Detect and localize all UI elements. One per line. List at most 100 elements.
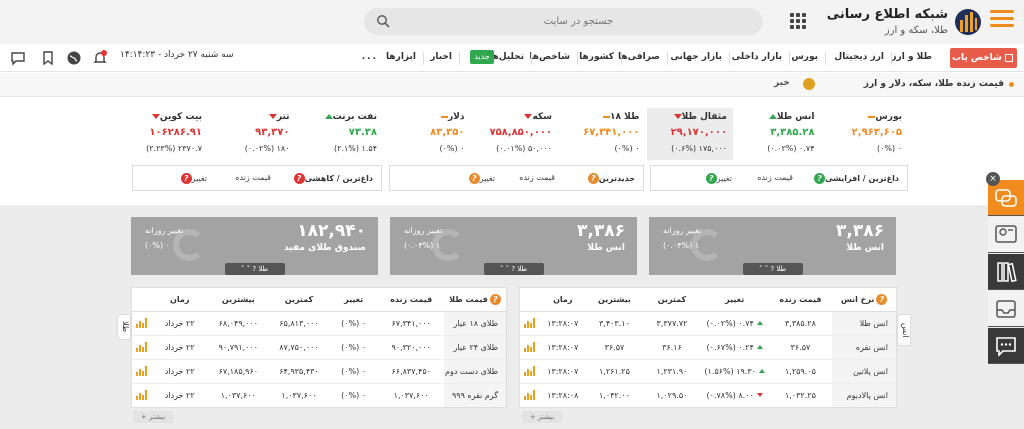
row-name[interactable]: گرم نقره ۹۹۹: [444, 383, 506, 407]
chart-icon[interactable]: [523, 318, 536, 328]
bell-icon[interactable]: [92, 50, 108, 66]
big-card-ons-gold[interactable]: ۳,۳۸۶ انس طلا تغییر روزانه (۰.۰۴%) ۱ ˄ ˅…: [649, 217, 896, 275]
row-chart[interactable]: [520, 359, 540, 384]
table-header[interactable]: تغییر: [328, 288, 379, 312]
table-header[interactable]: تغییر: [700, 288, 769, 312]
table-row[interactable]: انس طلا ۳,۳۸۵.۲۸ (۰.۰۲%) ۰.۷۴ ۳,۳۷۷.۷۲ ۳,۴۰۳…: [520, 311, 896, 336]
row-name[interactable]: انس پلاتین: [832, 359, 896, 384]
filter-newest[interactable]: ? جدیدترین قیمت زنده ? تغییر: [389, 165, 644, 191]
table-row[interactable]: گرم نقره ۹۹۹ ۱,۰۳۷,۶۰۰ (۰%) ۰ ۱,۰۳۷,۶۰۰ ۱,۰۳…: [132, 383, 506, 407]
apps-grid-icon[interactable]: [790, 13, 806, 29]
sidebar-message-button[interactable]: [988, 328, 1024, 364]
filter-price-label[interactable]: قیمت زنده: [235, 173, 271, 182]
big-card-ons-gold-2[interactable]: ۳,۳۸۶ انس طلا تغییر روزانه (۰.۰۴%) ۱ ˄ ˅…: [390, 217, 637, 275]
table-header[interactable]: ?قیمت طلا: [444, 288, 506, 312]
table-row[interactable]: انس پالادیوم ۱,۰۳۲.۲۵ (۰.۷۸%) ۸.۰۰ ۱,۰۲۹.۵۰…: [520, 383, 896, 407]
row-name[interactable]: انس پالادیوم: [832, 383, 896, 407]
nav-domestic-market[interactable]: بازار داخلی: [732, 52, 782, 62]
filter-price-label[interactable]: قیمت زنده: [519, 173, 555, 182]
chat-icon[interactable]: [10, 50, 26, 66]
search-icon[interactable]: [376, 14, 390, 28]
side-tab-ons[interactable]: انس: [897, 314, 911, 346]
row-name[interactable]: انس طلا: [832, 311, 896, 336]
price-card[interactable]: طلا ۱۸ ۶۷,۳۴۱,۰۰۰ (۰%) ۰: [559, 108, 646, 160]
shakhes-yab-button[interactable]: شاخص یاب: [950, 48, 1017, 68]
table-row[interactable]: انس پلاتین ۱,۲۵۹.۰۵ (۱.۵۶%) ۱۹.۳۰ ۱,۲۳۱.۹۰ ۱…: [520, 359, 896, 384]
price-card[interactable]: بیت کوین ۱۰۶۲۸۶.۹۱ (۲.۲۳%) ۲۳۷۰.۷: [122, 108, 208, 160]
side-tab-gold[interactable]: طلا: [117, 314, 131, 340]
chart-icon[interactable]: [523, 390, 536, 401]
big-card-mofid-fund[interactable]: ۱۸۲,۹۴۰ صندوق طلای مفید تغییر روزانه (۰%…: [131, 217, 378, 275]
big-card-controls[interactable]: ˄ ˅ ? طلا: [483, 263, 544, 275]
filter-change-label[interactable]: تغییر: [717, 174, 732, 183]
menu-icon[interactable]: [990, 10, 1014, 30]
row-chart[interactable]: [132, 359, 152, 384]
table-row[interactable]: طلای دست دوم ۶۶,۸۳۷,۴۵۰ (۰%) ۰ ۶۴,۹۳۵,۴۳۰ ۶۷…: [132, 359, 506, 384]
filter-price-label[interactable]: قیمت زنده: [757, 173, 793, 182]
nav-news[interactable]: اخبار: [430, 52, 452, 62]
logo[interactable]: شبکه اطلاع رسانی طلا، سکه و ارز: [827, 4, 982, 40]
price-card[interactable]: انس طلا ۳,۳۸۵.۲۸ (۰.۰۲%) ۰.۷۴: [734, 108, 821, 160]
search-input[interactable]: [364, 8, 763, 35]
filter-hottest-rising[interactable]: ? داغ‌ترین / افزایشی قیمت زنده ? تغییر: [650, 165, 908, 191]
chart-icon[interactable]: [135, 366, 148, 376]
table-header[interactable]: قیمت زنده: [768, 288, 833, 312]
row-chart[interactable]: [520, 335, 540, 360]
table-header[interactable]: قیمت زنده: [378, 288, 445, 312]
globe-icon[interactable]: [66, 50, 82, 66]
chart-icon[interactable]: [523, 366, 536, 376]
chart-icon[interactable]: [135, 342, 148, 352]
nav-indices[interactable]: شاخص‌ها: [529, 52, 570, 62]
table-header[interactable]: زمان: [539, 288, 586, 312]
sidebar-inbox-button[interactable]: [988, 291, 1024, 327]
price-card[interactable]: سکه ۷۵۸,۸۵۰,۰۰۰ (۰.۰۱%) ۵۰,۰۰۰: [472, 108, 558, 160]
nav-bourse[interactable]: بورس: [791, 52, 818, 62]
chart-icon[interactable]: [135, 390, 148, 401]
row-chart[interactable]: [520, 311, 540, 336]
row-name[interactable]: طلای ۲۴ عیار: [444, 335, 506, 360]
table-header[interactable]: ?نرخ انس: [832, 288, 896, 312]
big-card-controls[interactable]: ˄ ˅ ? طلا: [742, 263, 803, 275]
nav-global-market[interactable]: بازار جهانی: [670, 52, 722, 62]
table-header[interactable]: بیشترین: [585, 288, 644, 312]
table-row[interactable]: انس نقره ۳۶.۵۷ (۰.۶۷%) ۰.۲۴ ۳۶.۱۶ ۳۶.۵۷ ۱۳:۲۸…: [520, 335, 896, 360]
ticker-news-label[interactable]: خبر: [774, 78, 790, 88]
nav-exchanges[interactable]: صرافی‌ها: [618, 52, 660, 62]
price-card[interactable]: مثقال طلا ۲۹,۱۷۰,۰۰۰ (۰.۶%) ۱۷۵,۰۰۰: [647, 108, 733, 160]
price-card[interactable]: تتر ۹۳,۳۷۰ (۰.۰۲%) ۱۸۰: [209, 108, 296, 160]
price-card[interactable]: نفت برنت ۷۳.۳۸ (۲.۱%) ۱.۵۴: [297, 108, 383, 160]
filter-hottest-falling[interactable]: ? داغ‌ترین / کاهشی قیمت زنده ? تغییر: [132, 165, 382, 191]
row-chart[interactable]: [132, 383, 152, 407]
table-row[interactable]: طلای ۲۴ عیار ۹۰,۳۲۰,۰۰۰ (۰%) ۰ ۸۷,۷۵۰,۰۰۰ ۹۰…: [132, 335, 506, 360]
table-header[interactable]: کمترین: [643, 288, 701, 312]
chart-icon[interactable]: [523, 342, 536, 352]
ons-more-button[interactable]: + بیشتر: [522, 411, 562, 423]
nav-crypto[interactable]: ارز دیجیتال: [834, 52, 884, 62]
close-icon[interactable]: ×: [986, 172, 1000, 186]
gold-more-button[interactable]: + بیشتر: [133, 411, 173, 423]
table-header[interactable]: زمان: [151, 288, 208, 312]
price-card[interactable]: بورس ۲,۹۶۳,۶۰۵ (۰%) ۰: [822, 108, 908, 160]
sidebar-profile-button[interactable]: [988, 217, 1024, 253]
chart-icon[interactable]: [135, 318, 148, 328]
row-name[interactable]: طلای دست دوم: [444, 359, 506, 384]
ticker-text[interactable]: قیمت زنده طلا، سکه، دلار و ارز: [864, 79, 1004, 89]
row-chart[interactable]: [132, 335, 152, 360]
table-header[interactable]: کمترین: [269, 288, 329, 312]
nav-countries[interactable]: کشورها: [579, 52, 614, 62]
big-card-controls[interactable]: ˄ ˅ ? طلا: [224, 263, 285, 275]
nav-gold-currency[interactable]: طلا و ارز: [891, 52, 932, 62]
table-row[interactable]: طلای ۱۸ عیار ۶۷,۳۴۱,۰۰۰ (۰%) ۰ ۶۵,۸۱۳,۰۰۰ ۶۸…: [132, 311, 506, 336]
row-name[interactable]: انس نقره: [832, 335, 896, 360]
nav-more[interactable]: ...: [362, 52, 378, 62]
search-box[interactable]: [364, 8, 763, 35]
table-header[interactable]: بیشترین: [207, 288, 270, 312]
nav-tools[interactable]: ابزارها: [386, 52, 416, 62]
bookmark-icon[interactable]: [40, 50, 56, 66]
sidebar-library-button[interactable]: [988, 254, 1024, 290]
price-card[interactable]: دلار ۸۳,۳۵۰ (۰%) ۰: [384, 108, 471, 160]
row-chart[interactable]: [132, 311, 152, 336]
row-name[interactable]: طلای ۱۸ عیار: [444, 311, 506, 336]
row-chart[interactable]: [520, 383, 540, 407]
filter-change-label[interactable]: تغییر: [192, 174, 207, 183]
